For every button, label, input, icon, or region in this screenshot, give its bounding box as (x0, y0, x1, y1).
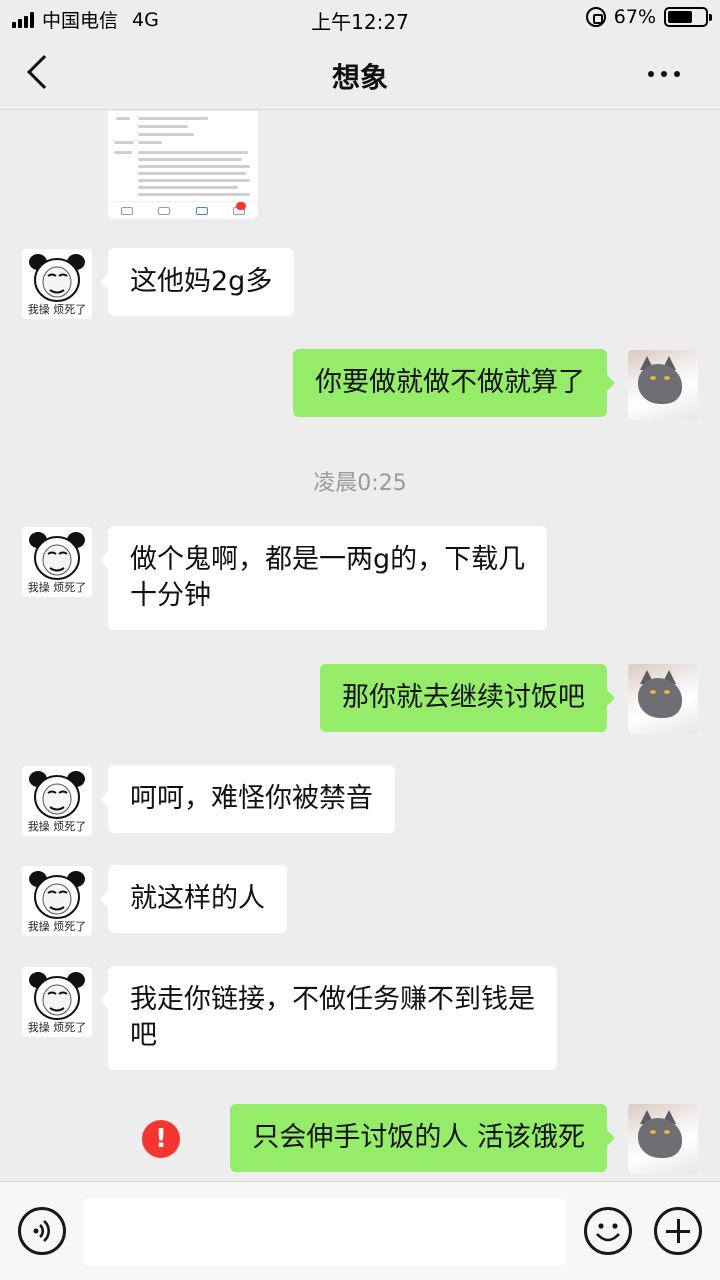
chat-header: 想象 (0, 36, 720, 110)
battery-level (668, 11, 693, 23)
avatar[interactable]: 我操 烦死了 (22, 866, 92, 936)
plus-icon[interactable] (654, 1207, 702, 1255)
status-bar: 中国电信 4G 上午12:27 67% (0, 0, 720, 36)
incoming-message[interactable]: 我走你链接，不做任务赚不到钱是 吧 (100, 966, 557, 1070)
avatar[interactable]: 我操 烦死了 (22, 249, 92, 319)
avatar-caption: 我操 烦死了 (27, 581, 87, 594)
chat-title: 想象 (331, 61, 388, 94)
incoming-message[interactable]: 就这样的人 (100, 865, 287, 933)
rotation-lock-icon (585, 7, 606, 27)
avatar[interactable] (628, 664, 698, 734)
avatar[interactable]: 我操 烦死了 (22, 527, 92, 597)
more-icon[interactable] (648, 71, 680, 77)
battery-percent: 67% (613, 6, 656, 28)
message-list[interactable]: 我操 烦死了 这他妈2g多 你要做就做不做就算了 凌晨0:25 我操 烦死了 做… (0, 111, 720, 1181)
avatar[interactable]: 我操 烦死了 (22, 967, 92, 1037)
outgoing-message[interactable]: 只会伸手讨饭的人 活该饿死 (230, 1104, 615, 1172)
status-right: 67% (585, 6, 712, 28)
avatar[interactable] (628, 350, 698, 420)
outgoing-message[interactable]: 你要做就做不做就算了 (293, 349, 615, 417)
battery-icon (664, 7, 712, 27)
chat-timestamp: 凌晨0:25 (313, 471, 407, 496)
emoji-icon[interactable] (584, 1207, 632, 1255)
avatar[interactable] (628, 1104, 698, 1174)
send-failed-icon[interactable]: ! (142, 1120, 180, 1158)
incoming-message[interactable]: 做个鬼啊，都是一两g的，下载几 十分钟 (99, 526, 548, 630)
voice-icon[interactable] (18, 1207, 66, 1255)
message-input[interactable] (84, 1198, 566, 1266)
incoming-message[interactable]: 呵呵，难怪你被禁音 (100, 765, 395, 833)
avatar-caption: 我操 烦死了 (27, 820, 87, 833)
input-bar (0, 1181, 720, 1280)
avatar-caption: 我操 烦死了 (27, 920, 87, 933)
outgoing-message[interactable]: 那你就去继续讨饭吧 (320, 664, 615, 732)
avatar-caption: 我操 烦死了 (27, 303, 87, 316)
avatar[interactable]: 我操 烦死了 (22, 766, 92, 836)
avatar-caption: 我操 烦死了 (27, 1021, 87, 1034)
incoming-message[interactable]: 这他妈2g多 (99, 248, 295, 316)
image-message-preview[interactable] (108, 111, 258, 219)
